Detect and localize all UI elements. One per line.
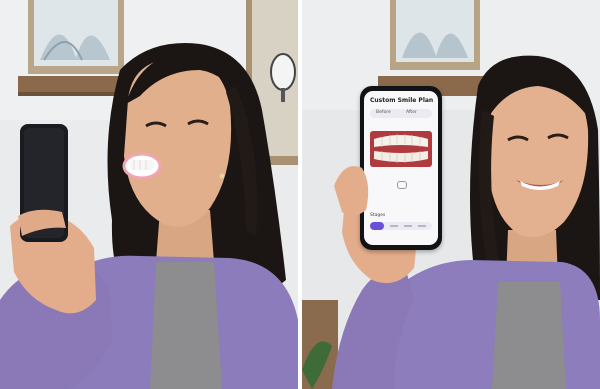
stage-option[interactable]: [404, 225, 412, 227]
stage-option[interactable]: [418, 225, 426, 227]
right-photo: Custom Smile Plan Before After Stages: [302, 0, 600, 389]
smile-plan-title: Custom Smile Plan: [370, 97, 434, 104]
wall-art-frame: [390, 0, 480, 70]
stages-label: Stages: [370, 213, 386, 218]
stage-selected[interactable]: [370, 222, 384, 230]
teeth-aligner-icon: [370, 131, 432, 167]
before-after-tabs: Before After: [370, 109, 432, 118]
wall-art-frame: [28, 0, 124, 74]
wall-shelf: [18, 76, 130, 94]
right-photo-scene: [302, 0, 600, 389]
small-indicator: [397, 181, 407, 189]
teeth-render: [370, 131, 432, 167]
phone-screen: Custom Smile Plan Before After Stages: [364, 91, 438, 245]
stage-option[interactable]: [390, 225, 398, 227]
phone: Custom Smile Plan Before After Stages: [360, 86, 442, 250]
left-photo: [0, 0, 298, 389]
left-photo-scene: [0, 0, 298, 389]
tab-before[interactable]: Before: [376, 110, 391, 115]
plant: [302, 300, 338, 389]
stage-selector[interactable]: [370, 222, 432, 230]
tab-after[interactable]: After: [406, 110, 417, 115]
